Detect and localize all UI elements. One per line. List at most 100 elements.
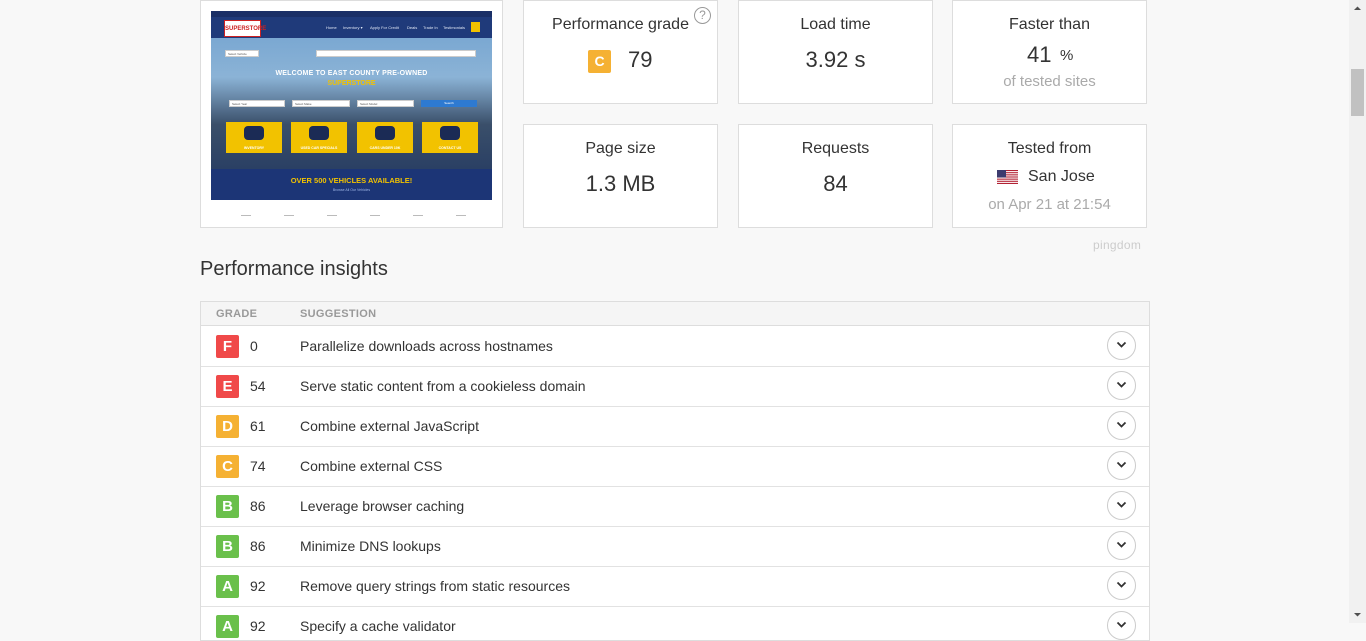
screenshot-search-button: Search (421, 100, 477, 107)
grade-score: 74 (250, 458, 266, 474)
screenshot-nav-link: Testimonials (443, 25, 466, 30)
grade-score: 92 (250, 618, 266, 634)
screenshot-nav-button (471, 22, 480, 32)
expand-button[interactable] (1107, 451, 1136, 480)
requests-card: Requests 84 (738, 124, 933, 228)
page-size-value: 1.3 MB (585, 171, 656, 196)
chevron-down-icon (1116, 581, 1127, 588)
expand-button[interactable] (1107, 411, 1136, 440)
thumbnail-divider (413, 215, 423, 216)
chevron-down-icon (1116, 381, 1127, 388)
table-row[interactable]: B 86 Minimize DNS lookups (201, 526, 1149, 567)
grade-score: 54 (250, 378, 266, 394)
website-screenshot: SUPERSTORE Home Inventory ▾ Apply For Cr… (211, 11, 492, 200)
thumbnail-divider (456, 215, 466, 216)
chevron-down-icon (1116, 341, 1127, 348)
tested-from-label: Tested from (1007, 140, 1092, 157)
expand-button[interactable] (1107, 531, 1136, 560)
grade-badge: B (216, 495, 239, 518)
grade-score: 86 (250, 498, 266, 514)
screenshot-headline: WELCOME TO EAST COUNTY PRE-OWNED (275, 70, 428, 77)
grade-score: 0 (250, 338, 258, 354)
chevron-down-icon (1116, 621, 1127, 628)
grade-column-header: GRADE (216, 308, 258, 320)
grade-badge: F (216, 335, 239, 358)
screenshot-nav-link: Home (326, 25, 337, 30)
chevron-down-icon (1116, 541, 1127, 548)
grade-badge: A (216, 615, 239, 638)
chevron-down-icon (1116, 461, 1127, 468)
screenshot-model-select: Select Model (357, 100, 414, 107)
tested-from-location: San Jose (1028, 168, 1095, 185)
performance-grade-score: 79 (628, 47, 653, 72)
table-row[interactable]: B 86 Leverage browser caching (201, 486, 1149, 527)
tested-from-card: Tested from San Jose on Apr 21 at 21:54 (952, 124, 1147, 228)
screenshot-search-bar (316, 50, 476, 57)
tested-from-date: on Apr 21 at 21:54 (988, 196, 1111, 213)
chevron-down-icon (1116, 501, 1127, 508)
screenshot-make-select: Select Make (292, 100, 350, 107)
help-icon[interactable]: ? (694, 7, 711, 24)
screenshot-tile-label: CARS UNDER 10K (369, 146, 401, 150)
grade-badge: D (216, 415, 239, 438)
website-thumbnail-card: SUPERSTORE Home Inventory ▾ Apply For Cr… (200, 0, 503, 228)
performance-grade-badge: C (588, 50, 611, 73)
expand-button[interactable] (1107, 331, 1136, 360)
screenshot-nav-link: Deals (407, 25, 418, 30)
table-row[interactable]: D 61 Combine external JavaScript (201, 406, 1149, 447)
screenshot-vehicle-select: Select Vehicle (225, 50, 259, 57)
expand-button[interactable] (1107, 611, 1136, 640)
faster-than-label: Faster than (1009, 16, 1090, 33)
faster-than-card: Faster than 41 % of tested sites (952, 0, 1147, 104)
suggestion-text: Parallelize downloads across hostnames (300, 338, 553, 354)
screenshot-tile-label: CONTACT US (438, 146, 462, 150)
page-size-label: Page size (585, 140, 656, 157)
screenshot-nav-link: Apply For Credit (370, 25, 399, 30)
faster-than-unit: % (1060, 47, 1074, 64)
chevron-down-icon (1116, 421, 1127, 428)
expand-button[interactable] (1107, 491, 1136, 520)
grade-badge: B (216, 535, 239, 558)
grade-badge: A (216, 575, 239, 598)
expand-button[interactable] (1107, 571, 1136, 600)
table-header: GRADE SUGGESTION (201, 302, 1149, 326)
performance-grade-label: Performance grade (552, 16, 689, 33)
requests-value: 84 (823, 171, 848, 196)
scroll-down-arrow-icon[interactable] (1349, 606, 1366, 623)
table-row[interactable]: C 74 Combine external CSS (201, 446, 1149, 487)
suggestion-column-header: SUGGESTION (300, 308, 377, 320)
grade-badge: E (216, 375, 239, 398)
screenshot-nav-link: Trade In (423, 25, 438, 30)
table-row[interactable]: E 54 Serve static content from a cookieles… (201, 366, 1149, 407)
suggestion-text: Remove query strings from static resourc… (300, 578, 570, 594)
suggestion-text: Combine external CSS (300, 458, 443, 474)
table-row[interactable]: A 92 Remove query strings from static reso… (201, 566, 1149, 607)
table-row[interactable]: F 0 Parallelize downloads across hostnames (201, 326, 1149, 367)
suggestion-text: Specify a cache validator (300, 618, 456, 634)
suggestion-text: Leverage browser caching (300, 498, 465, 514)
insights-table: GRADE SUGGESTION F 0 Parallelize downloads… (200, 301, 1150, 641)
table-row[interactable]: A 92 Specify a cache validator (201, 606, 1149, 640)
performance-grade-card: Performance grade ? C 79 (523, 0, 718, 104)
thumbnail-divider (370, 215, 380, 216)
faster-than-value: 41 (1027, 42, 1052, 67)
grade-badge: C (216, 455, 239, 478)
expand-button[interactable] (1107, 371, 1136, 400)
grade-score: 61 (250, 418, 266, 434)
suggestion-text: Serve static content from a cookieless d… (300, 378, 586, 394)
scrollbar-thumb[interactable] (1351, 69, 1364, 116)
us-flag-icon (997, 170, 1018, 184)
grade-score: 86 (250, 538, 266, 554)
load-time-label: Load time (800, 16, 871, 33)
suggestion-text: Combine external JavaScript (300, 418, 479, 434)
screenshot-nav-link: Inventory ▾ (343, 25, 363, 30)
grade-score: 92 (250, 578, 266, 594)
load-time-card: Load time 3.92 s (738, 0, 933, 104)
scroll-up-arrow-icon[interactable] (1349, 0, 1366, 17)
pingdom-logo: pingdom (1093, 238, 1142, 252)
page-size-card: Page size 1.3 MB (523, 124, 718, 228)
screenshot-tile-label: INVENTORY (243, 146, 265, 150)
thumbnail-divider (241, 215, 251, 216)
requests-label: Requests (801, 140, 870, 157)
screenshot-tile-label: USED CAR SPECIALS (300, 146, 338, 150)
